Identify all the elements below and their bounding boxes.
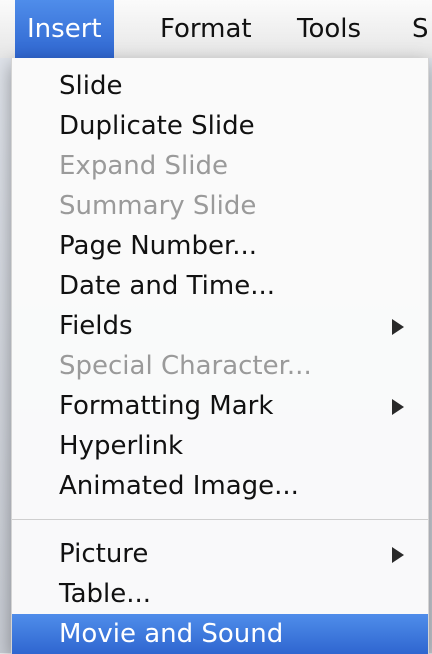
menu-item-label: Animated Image...: [59, 471, 299, 501]
menu-item-label: Slide: [59, 71, 123, 101]
menu-item-fields[interactable]: Fields: [12, 306, 428, 346]
menu-item-slide[interactable]: Slide: [12, 66, 428, 106]
menu-item-animated-image[interactable]: Animated Image...: [12, 466, 428, 506]
menu-item-label: Formatting Mark: [59, 391, 274, 421]
menu-item-label: Movie and Sound: [59, 619, 284, 649]
menu-separator: [12, 519, 428, 520]
insert-menu: Slide Duplicate Slide Expand Slide Summa…: [11, 58, 429, 654]
menu-item-label: Summary Slide: [59, 191, 257, 221]
menu-item-label: Table...: [59, 579, 152, 609]
menu-item-summary-slide: Summary Slide: [12, 186, 428, 226]
menu-item-label: Duplicate Slide: [59, 111, 255, 141]
menu-item-hyperlink[interactable]: Hyperlink: [12, 426, 428, 466]
menubar-item-s[interactable]: S: [412, 0, 429, 58]
submenu-arrow-icon: [392, 319, 404, 335]
menu-item-label: Special Character...: [59, 351, 312, 381]
menu-item-label: Date and Time...: [59, 271, 276, 301]
menu-bar: Insert Format Tools S: [0, 0, 432, 59]
menu-item-date-and-time[interactable]: Date and Time...: [12, 266, 428, 306]
submenu-arrow-icon: [392, 547, 404, 563]
menu-item-label: Hyperlink: [59, 431, 184, 461]
menu-item-table[interactable]: Table...: [12, 574, 428, 614]
menu-item-special-character: Special Character...: [12, 346, 428, 386]
submenu-arrow-icon: [392, 399, 404, 415]
menu-item-formatting-mark[interactable]: Formatting Mark: [12, 386, 428, 426]
menubar-item-insert[interactable]: Insert: [15, 0, 114, 58]
menu-item-movie-and-sound[interactable]: Movie and Sound: [12, 614, 428, 654]
menu-item-picture[interactable]: Picture: [12, 534, 428, 574]
menu-item-label: Picture: [59, 539, 149, 569]
menu-item-expand-slide: Expand Slide: [12, 146, 428, 186]
menu-item-page-number[interactable]: Page Number...: [12, 226, 428, 266]
menu-item-label: Fields: [59, 311, 133, 341]
menu-item-duplicate-slide[interactable]: Duplicate Slide: [12, 106, 428, 146]
menubar-item-format[interactable]: Format: [160, 0, 252, 58]
menu-item-label: Expand Slide: [59, 151, 228, 181]
menubar-item-tools[interactable]: Tools: [297, 0, 361, 58]
menu-item-label: Page Number...: [59, 231, 258, 261]
